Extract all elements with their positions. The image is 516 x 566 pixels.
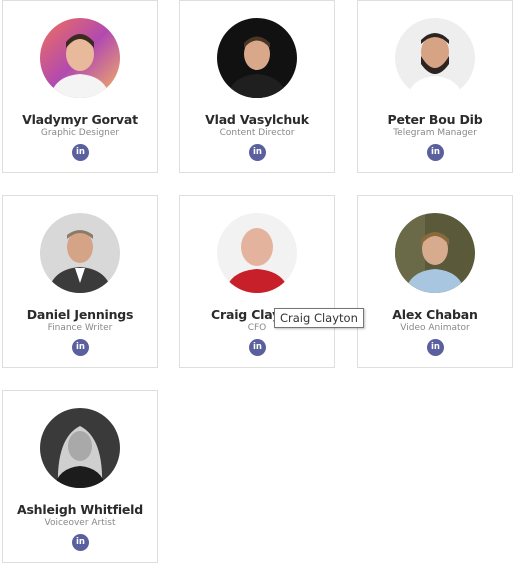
linkedin-icon[interactable]: in (249, 339, 266, 356)
team-card-ashleigh-whitfield: Ashleigh Whitfield Voiceover Artist in (2, 390, 158, 563)
avatar (217, 213, 297, 293)
avatar (217, 18, 297, 98)
avatar-photo-icon (395, 18, 475, 98)
member-role: Telegram Manager (393, 128, 477, 138)
linkedin-icon[interactable]: in (72, 144, 89, 161)
avatar-photo-icon (217, 213, 297, 293)
linkedin-icon[interactable]: in (72, 339, 89, 356)
avatar (40, 408, 120, 488)
avatar-photo-icon (40, 408, 120, 488)
linkedin-icon[interactable]: in (249, 144, 266, 161)
avatar-photo-icon (40, 213, 120, 293)
team-card-peter-bou-dib: Peter Bou Dib Telegram Manager in (357, 0, 513, 173)
linkedin-icon[interactable]: in (72, 534, 89, 551)
member-name: Vlad Vasylchuk (205, 112, 309, 127)
linkedin-icon[interactable]: in (427, 339, 444, 356)
member-name: Daniel Jennings (26, 307, 134, 322)
member-name: Vladymyr Gorvat (22, 112, 138, 127)
member-name: Peter Bou Dib (387, 112, 483, 127)
team-card-vladymyr-gorvat: Vladymyr Gorvat Graphic Designer in (2, 0, 158, 173)
team-card-craig-clayton: Craig Clayton CFO in (179, 195, 335, 368)
avatar-photo-icon (40, 18, 120, 98)
member-role: Content Director (219, 128, 295, 138)
linkedin-icon[interactable]: in (427, 144, 444, 161)
member-name: Alex Chaban (392, 307, 478, 322)
member-role: Graphic Designer (40, 128, 120, 138)
team-card-alex-chaban: Alex Chaban Video Animator in (357, 195, 513, 368)
member-role: Video Animator (400, 323, 470, 333)
member-role: Voiceover Artist (44, 518, 116, 528)
team-card-daniel-jennings: Daniel Jennings Finance Writer in (2, 195, 158, 368)
team-card-vlad-vasylchuk: Vlad Vasylchuk Content Director in (179, 0, 335, 173)
avatar-photo-icon (217, 18, 297, 98)
avatar (40, 18, 120, 98)
member-name: Ashleigh Whitfield (16, 502, 144, 517)
avatar-photo-icon (395, 213, 475, 293)
avatar (395, 213, 475, 293)
name-tooltip: Craig Clayton (274, 308, 364, 328)
member-role: Finance Writer (47, 323, 113, 333)
avatar (395, 18, 475, 98)
avatar (40, 213, 120, 293)
